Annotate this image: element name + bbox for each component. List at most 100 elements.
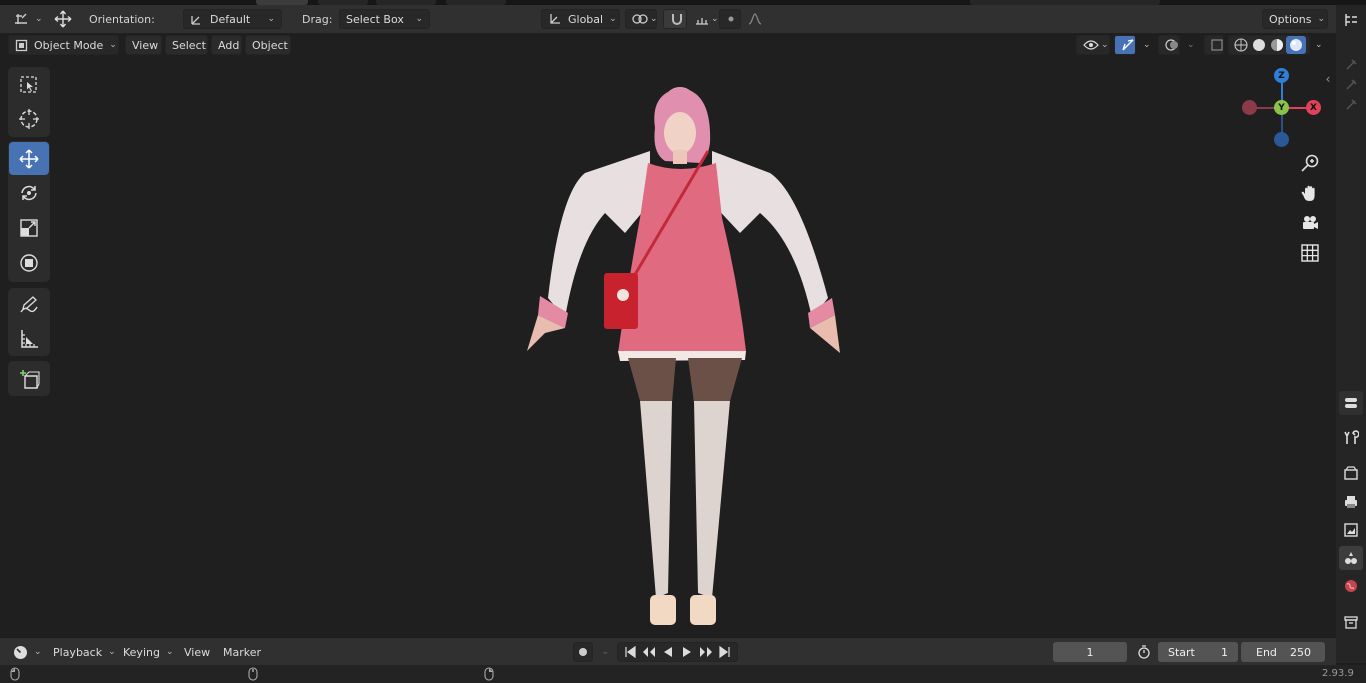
add-cube-tool[interactable]: [9, 362, 49, 395]
jump-end-icon[interactable]: [716, 646, 735, 658]
shading-dropdown[interactable]: ⌄: [1308, 35, 1326, 55]
orientation-dropdown[interactable]: Default ⌄: [183, 9, 282, 29]
world-icon: [1345, 580, 1357, 592]
gizmo-y-axis[interactable]: Y: [1274, 100, 1289, 115]
gizmo-icon: [1121, 38, 1135, 52]
pin-icon: [1346, 99, 1357, 110]
rotate-tool[interactable]: [9, 176, 49, 209]
pin-icon: [1346, 59, 1357, 70]
prev-keyframe-icon[interactable]: [639, 646, 658, 658]
menu-object[interactable]: Object: [245, 35, 291, 55]
gizmo-toggle[interactable]: [1114, 35, 1136, 55]
current-frame-value: 1: [1086, 645, 1094, 659]
keying-set-dropdown[interactable]: ⌄: [594, 642, 610, 662]
jump-start-icon[interactable]: [620, 646, 639, 658]
render-properties-tab[interactable]: [1339, 461, 1363, 485]
character-model[interactable]: [0, 33, 1336, 637]
overlays-toggle[interactable]: [1158, 35, 1180, 55]
chevron-down-icon: ⌄: [1187, 40, 1195, 50]
outliner-button[interactable]: [1339, 8, 1363, 32]
properties-editor-button[interactable]: [1339, 391, 1363, 415]
pan-button[interactable]: [1297, 180, 1323, 206]
zoom-icon: [1301, 154, 1319, 172]
end-frame-field[interactable]: End 250: [1241, 642, 1325, 662]
zoom-button[interactable]: [1297, 150, 1323, 176]
scale-tool[interactable]: [9, 211, 49, 244]
menu-select[interactable]: Select: [165, 35, 208, 55]
transform-orientation-dropdown[interactable]: Global ⌄: [541, 9, 620, 29]
material-shading-icon[interactable]: [1268, 38, 1286, 52]
mouse-middle-icon: [248, 667, 258, 681]
toolbar-annotate-group: [8, 288, 50, 356]
cursor-tool[interactable]: [9, 102, 49, 135]
editor-type-button[interactable]: ⌄: [6, 9, 43, 29]
menu-add[interactable]: Add: [211, 35, 242, 55]
chevron-down-icon: ⌄: [267, 14, 275, 24]
transform-tool[interactable]: [9, 246, 49, 279]
snap-toggle[interactable]: [663, 9, 687, 29]
mode-dropdown[interactable]: Object Mode ⌄: [8, 35, 119, 55]
play-icon[interactable]: [678, 646, 697, 658]
keying-label: Keying: [123, 645, 160, 659]
auto-keying-toggle[interactable]: [573, 642, 593, 662]
current-frame-field[interactable]: 1: [1053, 642, 1127, 662]
view-layer-properties-tab[interactable]: [1339, 518, 1363, 542]
chevron-down-icon: ⌄: [1315, 40, 1323, 50]
annotate-tool[interactable]: [9, 289, 49, 322]
visibility-dropdown[interactable]: ⌄: [1076, 35, 1110, 55]
keying-menu[interactable]: Keying ⌄: [116, 642, 175, 662]
playback-menu[interactable]: Playback ⌄: [46, 642, 116, 662]
move-tool[interactable]: [9, 142, 49, 175]
drag-dropdown[interactable]: Select Box ⌄: [339, 9, 430, 29]
proportional-edit-toggle[interactable]: [719, 9, 741, 29]
output-properties-tab[interactable]: [1339, 490, 1363, 514]
falloff-dropdown[interactable]: [741, 9, 769, 29]
gizmo-neg-x-axis[interactable]: [1242, 100, 1257, 115]
start-frame-field[interactable]: Start 1: [1158, 642, 1238, 662]
add-cube-icon: [20, 369, 40, 389]
gizmo-dropdown[interactable]: ⌄: [1136, 35, 1154, 55]
3d-viewport[interactable]: [0, 33, 1336, 637]
play-reverse-icon[interactable]: [658, 646, 677, 658]
scene-properties-tab[interactable]: [1339, 546, 1363, 570]
viewport-header: Object Mode ⌄ View Select Add Object ⌄ ⌄…: [0, 33, 1336, 58]
xray-toggle[interactable]: [1204, 35, 1224, 55]
marker-label: Marker: [223, 645, 262, 659]
preview-range-toggle[interactable]: [1132, 642, 1156, 662]
solid-shading-icon[interactable]: [1250, 38, 1268, 52]
tool-properties-tab[interactable]: [1339, 426, 1363, 450]
wireframe-shading-icon[interactable]: [1232, 38, 1250, 52]
collection-properties-tab[interactable]: [1339, 610, 1363, 634]
chevron-down-icon: ⌄: [650, 14, 658, 24]
chevron-down-icon: ⌄: [34, 647, 42, 657]
mode-value: Object Mode: [34, 38, 104, 52]
overlays-dropdown[interactable]: ⌄: [1180, 35, 1198, 55]
marker-menu[interactable]: Marker: [216, 642, 266, 662]
scene-icon: [1345, 552, 1357, 564]
timeline-editor-type-button[interactable]: ⌄: [6, 642, 42, 662]
gizmo-neg-z-axis[interactable]: [1274, 132, 1289, 147]
pivot-point-dropdown[interactable]: ⌄: [625, 9, 658, 29]
next-keyframe-icon[interactable]: [697, 646, 716, 658]
start-value: 1: [1221, 645, 1228, 659]
menu-view[interactable]: View: [125, 35, 162, 55]
scale-icon: [20, 218, 38, 237]
options-label: Options: [1269, 12, 1312, 26]
image-icon: [1344, 523, 1358, 537]
ortho-toggle-button[interactable]: [1297, 240, 1323, 266]
select-box-tool[interactable]: [9, 68, 49, 101]
camera-icon: [1303, 216, 1318, 229]
snap-target-dropdown[interactable]: ⌄: [688, 9, 719, 29]
object-mode-icon: [15, 39, 28, 52]
world-properties-tab[interactable]: [1339, 574, 1363, 598]
timeline-view-menu[interactable]: View: [177, 642, 215, 662]
gizmo-z-axis[interactable]: Z: [1274, 68, 1289, 83]
gizmo-x-axis[interactable]: X: [1306, 100, 1321, 115]
measure-tool[interactable]: [9, 322, 49, 355]
options-dropdown[interactable]: Options ⌄: [1262, 9, 1328, 29]
chevron-down-icon: ⌄: [1143, 40, 1151, 50]
rendered-shading-icon[interactable]: [1286, 36, 1306, 54]
sidebar-toggle-icon[interactable]: ‹: [1322, 72, 1334, 86]
camera-view-button[interactable]: [1297, 210, 1323, 236]
start-label: Start: [1168, 645, 1195, 659]
